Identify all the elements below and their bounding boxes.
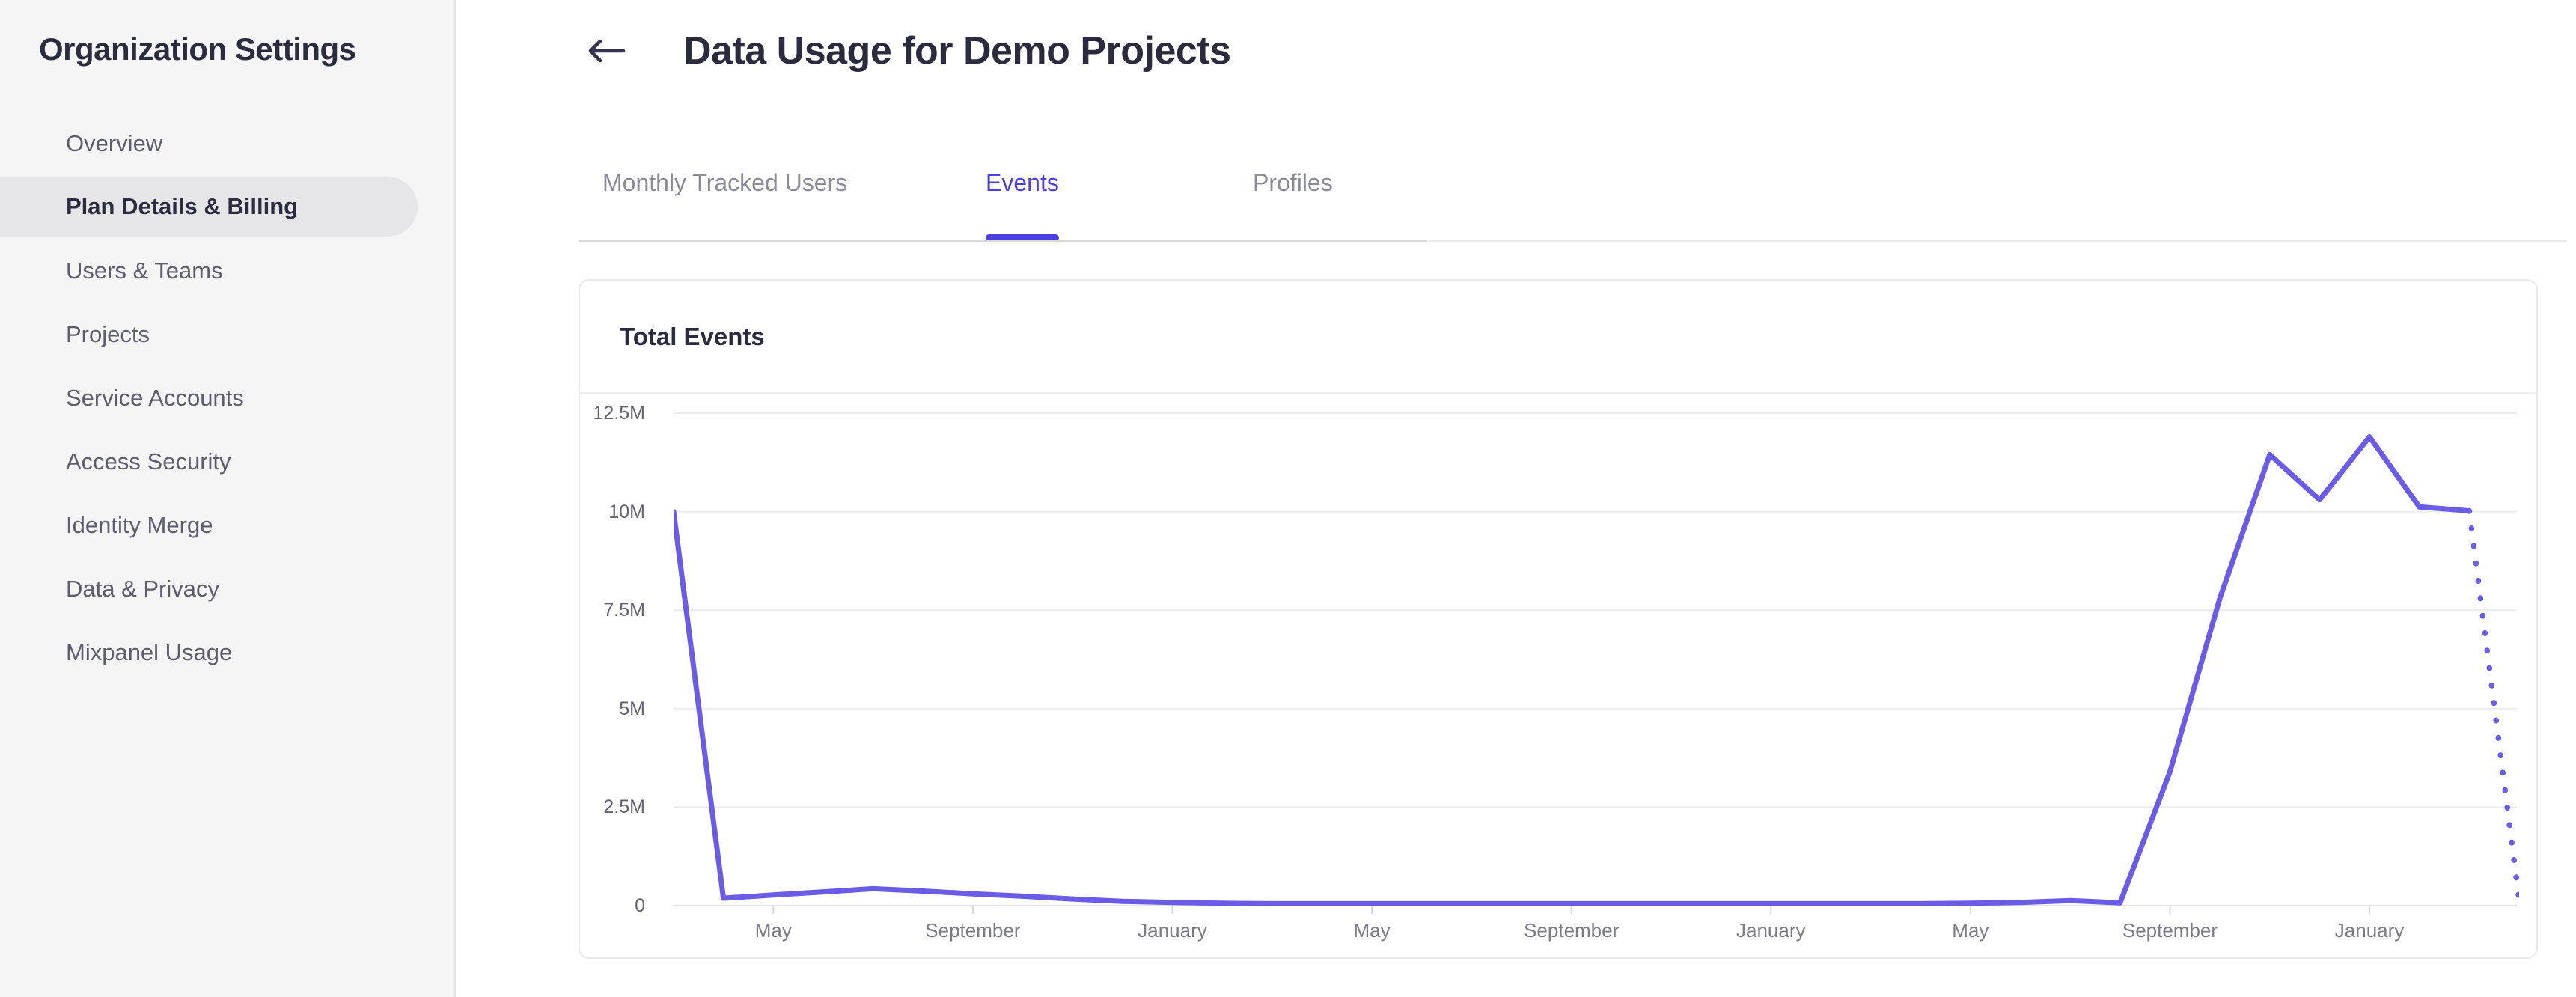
- sidebar-item-mixpanel-usage[interactable]: Mixpanel Usage: [0, 621, 418, 684]
- card-header-divider: [580, 392, 2536, 394]
- left-arrow-icon: [588, 39, 626, 63]
- y-axis-label: 5M: [619, 698, 645, 719]
- sidebar-item-projects[interactable]: Projects: [0, 302, 418, 366]
- y-axis-label: 10M: [608, 501, 645, 522]
- sidebar-item-identity-merge[interactable]: Identity Merge: [0, 493, 418, 557]
- sidebar: Organization Settings Overview Plan Detai…: [0, 0, 456, 997]
- x-axis-label: September: [2122, 919, 2218, 942]
- card-title: Total Events: [620, 323, 765, 350]
- sidebar-item-plan-details-billing[interactable]: Plan Details & Billing: [0, 177, 418, 237]
- events-line-chart: [674, 412, 2519, 914]
- back-button[interactable]: [587, 36, 626, 66]
- tab-profiles[interactable]: Profiles: [1253, 168, 1333, 198]
- tab-events[interactable]: Events: [986, 168, 1059, 198]
- sidebar-item-service-accounts[interactable]: Service Accounts: [0, 366, 418, 430]
- tab-bar-border: [579, 240, 1427, 242]
- y-axis-label: 12.5M: [593, 403, 645, 424]
- events-line-projection-dotted: [2466, 507, 2519, 903]
- x-axis-label: May: [754, 919, 792, 942]
- y-axis-label: 7.5M: [603, 600, 645, 621]
- x-axis-label: January: [1736, 919, 1806, 942]
- content-divider-line: [1427, 240, 2567, 242]
- page-title: Data Usage for Demo Projects: [683, 29, 1231, 73]
- events-line-series: [674, 434, 2472, 906]
- sidebar-item-overview[interactable]: Overview: [0, 112, 418, 175]
- x-axis-label: May: [1353, 919, 1391, 942]
- x-axis-label: September: [925, 919, 1021, 942]
- x-axis-label: September: [1524, 919, 1620, 942]
- sidebar-title: Organization Settings: [39, 31, 356, 67]
- x-axis-label: May: [1952, 919, 1989, 942]
- x-axis-label: January: [2334, 919, 2405, 942]
- sidebar-item-data-privacy[interactable]: Data & Privacy: [0, 557, 418, 621]
- tab-monthly-tracked-users[interactable]: Monthly Tracked Users: [602, 168, 847, 198]
- sidebar-item-access-security[interactable]: Access Security: [0, 430, 418, 493]
- x-axis-label: January: [1138, 919, 1207, 942]
- y-axis-label: 0: [635, 895, 645, 916]
- y-axis-label: 2.5M: [603, 796, 645, 818]
- sidebar-item-users-teams[interactable]: Users & Teams: [0, 239, 418, 302]
